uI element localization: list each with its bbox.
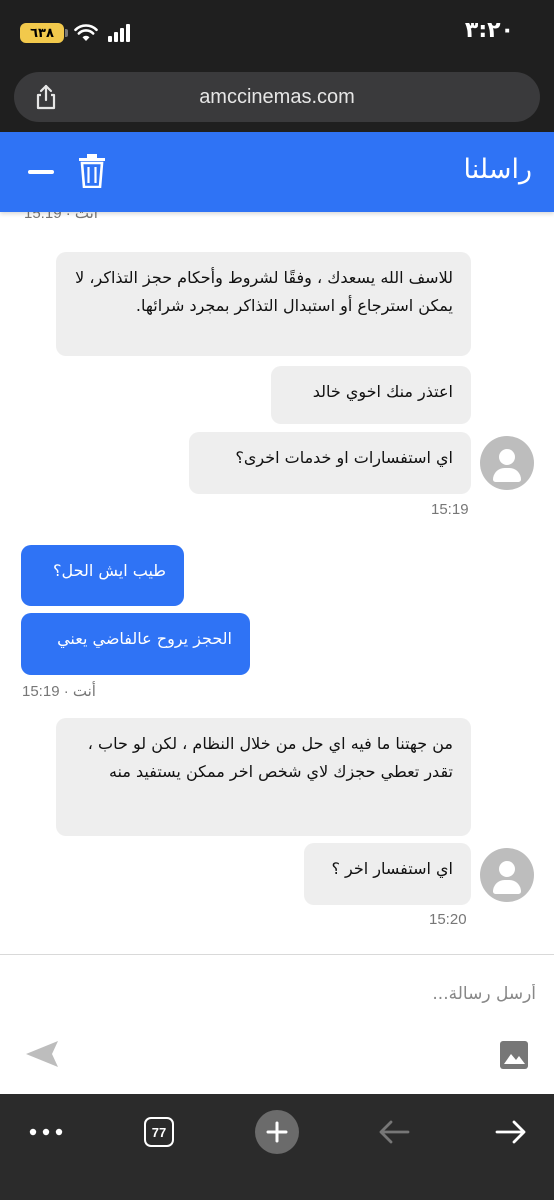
arrow-left-icon (379, 1120, 410, 1144)
chat-header: راسلنا (0, 132, 554, 212)
user-message: طيب ايش الحل؟ (21, 545, 184, 606)
send-icon[interactable] (24, 1039, 60, 1069)
message-meta: أنت · 15:19 (22, 683, 96, 700)
status-bar: ٦٣٨ ٣:٢٠ (0, 0, 554, 64)
clock: ٣:٢٠ (464, 18, 514, 43)
message-meta: أنت · 15:19 (24, 212, 98, 222)
url-text[interactable]: amccinemas.com (14, 86, 540, 109)
agent-message: اعتذر منك اخوي خالد (271, 366, 471, 424)
web-page: راسلنا أنت · 15:19 للاسف الله يسعدك ، وف… (0, 132, 554, 1094)
agent-message: اي استفسارات او خدمات اخرى؟ (189, 432, 471, 494)
tab-count-icon: 77 (144, 1117, 174, 1147)
trash-icon[interactable] (78, 154, 106, 188)
image-attach-icon[interactable] (498, 1039, 530, 1071)
wifi-icon (74, 24, 98, 41)
new-tab-button[interactable] (255, 1110, 299, 1154)
browser-toolbar: 77 (0, 1094, 554, 1200)
battery-icon: ٦٣٨ (20, 23, 68, 43)
arrow-right-icon (495, 1120, 526, 1144)
tabs-button[interactable]: 77 (137, 1110, 181, 1154)
agent-message: للاسف الله يسعدك ، وفقًا لشروط وأحكام حج… (56, 252, 471, 356)
message-time: 15:20 (429, 911, 467, 928)
message-time: 15:19 (431, 501, 469, 518)
agent-message: من جهتنا ما فيه اي حل من خلال النظام ، ل… (56, 718, 471, 836)
composer (0, 955, 554, 1094)
agent-avatar (480, 436, 534, 490)
more-options-button[interactable] (24, 1110, 68, 1154)
minimize-icon[interactable] (28, 170, 54, 174)
message-input[interactable] (36, 969, 536, 1019)
address-bar[interactable]: amccinemas.com (14, 72, 540, 122)
user-message: الحجز يروح عالفاضي يعني (21, 613, 250, 675)
chat-title: راسلنا (463, 154, 532, 185)
status-icons: ٦٣٨ (20, 22, 130, 44)
battery-level: ٦٣٨ (30, 25, 54, 41)
back-button[interactable] (372, 1110, 416, 1154)
forward-button[interactable] (489, 1110, 533, 1154)
agent-avatar (480, 848, 534, 902)
signal-icon (108, 24, 130, 42)
agent-message: اي استفسار اخر ؟ (304, 843, 471, 905)
more-dots-icon (29, 1128, 63, 1136)
plus-icon (255, 1110, 299, 1154)
browser-address-area: amccinemas.com (0, 64, 554, 132)
message-list: أنت · 15:19 للاسف الله يسعدك ، وفقًا لشر… (0, 212, 554, 954)
